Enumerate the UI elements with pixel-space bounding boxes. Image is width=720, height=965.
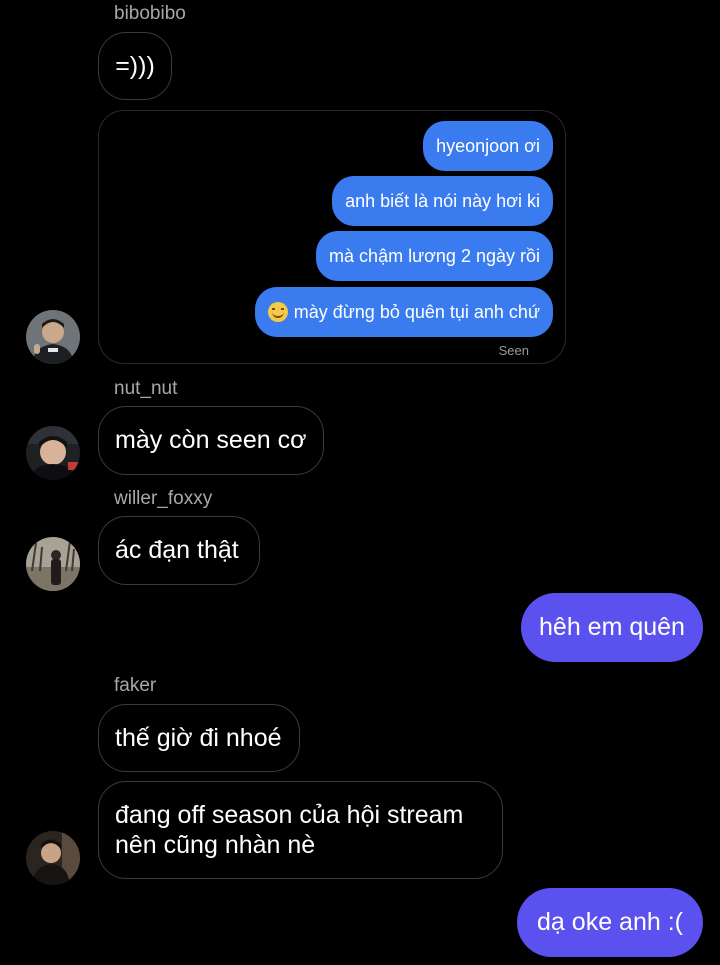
message-text: hêh em quên xyxy=(539,613,685,641)
message-bubble[interactable]: mày còn seen cơ xyxy=(98,406,324,475)
avatar-bibobibo[interactable] xyxy=(26,310,80,364)
message-text: ác đạn thật xyxy=(115,536,239,564)
sender-name: faker xyxy=(114,675,157,696)
embedded-message: mày đừng bỏ quên tụi anh chứ xyxy=(254,287,553,337)
sender-name: willer_foxxy xyxy=(114,488,213,509)
sender-name: nut_nut xyxy=(114,378,178,399)
avatar-willer-foxxy[interactable] xyxy=(26,537,80,591)
message-bubble[interactable]: =))) xyxy=(98,32,172,100)
outgoing-message-bubble[interactable]: hêh em quên xyxy=(521,593,703,662)
seen-status: Seen xyxy=(498,343,529,358)
message-text: mày còn seen cơ xyxy=(115,426,307,454)
message-text: dạ oke anh :( xyxy=(537,908,683,936)
embedded-message: mà chậm lương 2 ngày rồi xyxy=(316,231,553,281)
chat-screen: bibobibo =))) hyeonjoon ơi anh biết là n… xyxy=(0,0,720,965)
smiling-face-emoji-icon xyxy=(267,302,288,322)
sender-name: bibobibo xyxy=(114,3,186,24)
message-text: đang off season của hội stream nên cũng … xyxy=(115,801,464,859)
message-bubble[interactable]: ác đạn thật xyxy=(98,516,260,585)
outgoing-message-bubble[interactable]: dạ oke anh :( xyxy=(517,888,703,957)
message-bubble[interactable]: thế giờ đi nhoé xyxy=(98,704,300,772)
embedded-screenshot[interactable]: hyeonjoon ơi anh biết là nói này hơi ki … xyxy=(98,110,566,364)
avatar-faker[interactable] xyxy=(26,831,80,885)
message-text: thế giờ đi nhoé xyxy=(115,723,282,752)
avatar-nut-nut[interactable] xyxy=(26,426,80,480)
message-text: =))) xyxy=(115,51,155,80)
message-bubble[interactable]: đang off season của hội stream nên cũng … xyxy=(98,781,503,879)
embedded-message: anh biết là nói này hơi ki xyxy=(332,176,553,226)
embedded-message: hyeonjoon ơi xyxy=(423,121,553,171)
